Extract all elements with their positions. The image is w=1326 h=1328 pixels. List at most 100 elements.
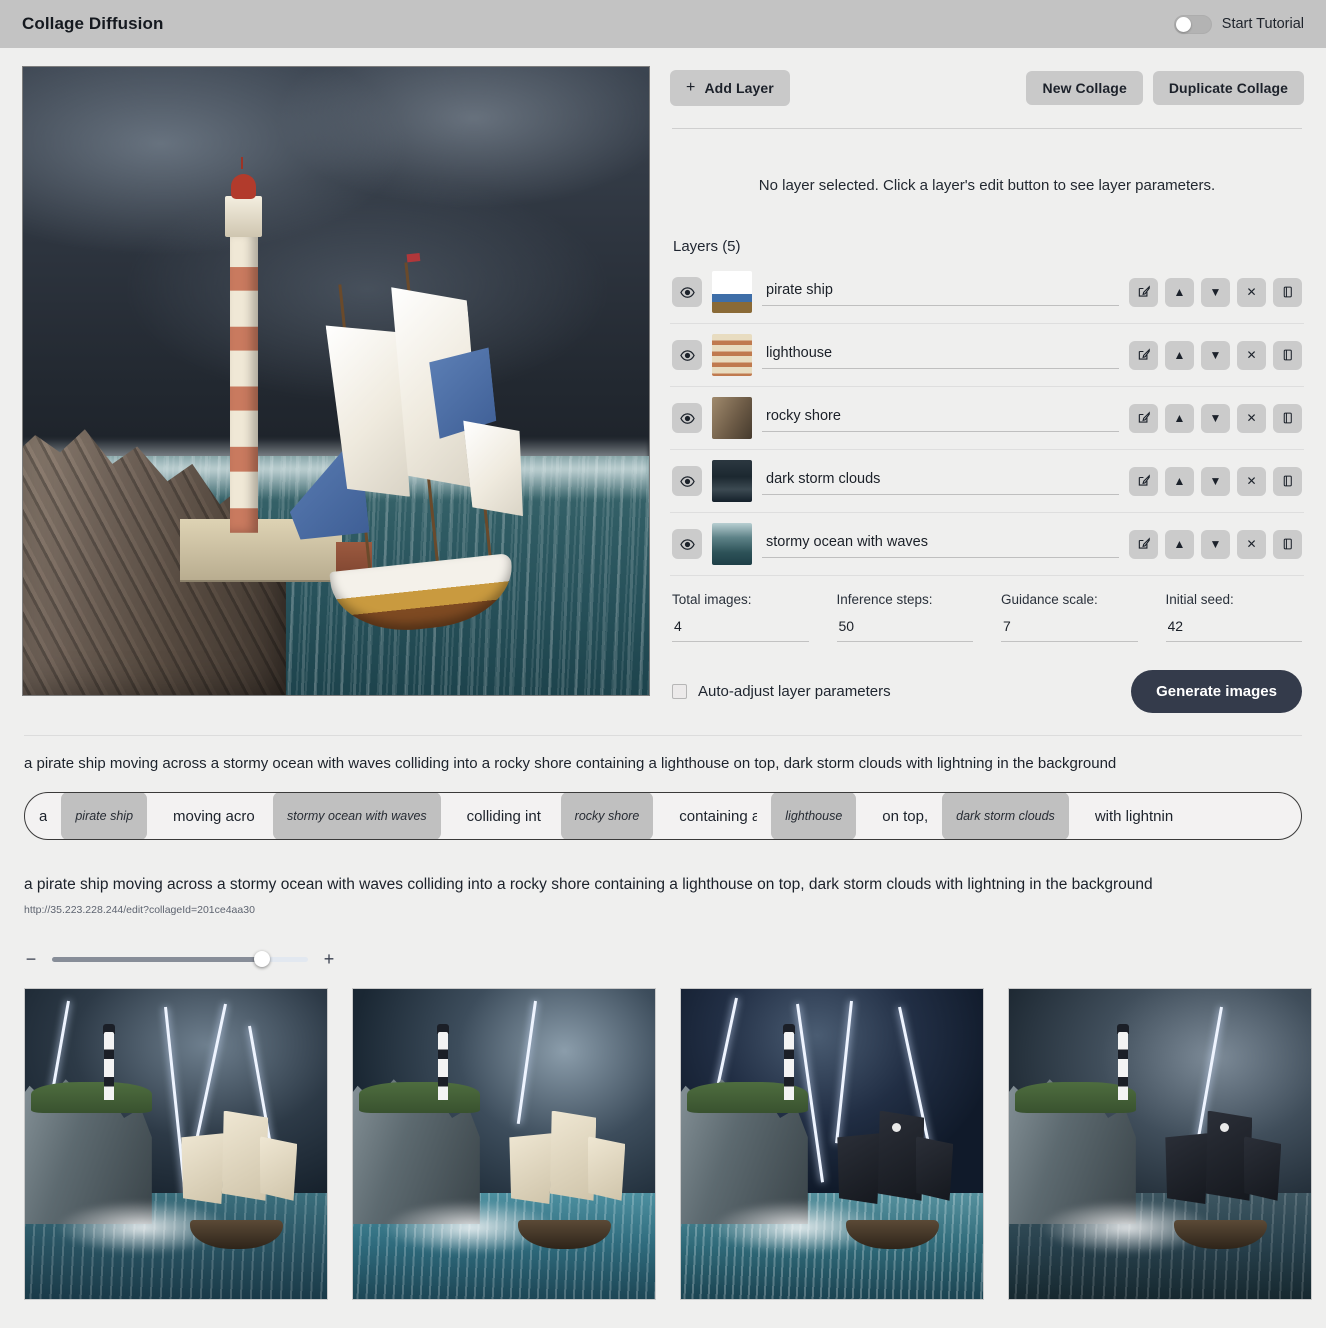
auto-adjust-checkbox[interactable] xyxy=(672,684,687,699)
layer-thumbnail-4[interactable] xyxy=(712,460,752,502)
layer-visibility-toggle[interactable] xyxy=(672,340,702,370)
no-layer-selected-message: No layer selected. Click a layer's edit … xyxy=(758,177,1216,194)
ship-hull xyxy=(846,1220,939,1250)
layer-delete-button[interactable]: ✕ xyxy=(1237,340,1266,370)
layer-move-down-button[interactable]: ▼ xyxy=(1201,466,1230,496)
layer-move-up-button[interactable]: ▲ xyxy=(1165,403,1194,433)
layer-row: ▲▼✕ xyxy=(670,513,1304,576)
plus-icon[interactable]: + xyxy=(322,949,336,970)
layer-delete-button[interactable]: ✕ xyxy=(1237,277,1266,307)
layer-thumbnail-1[interactable] xyxy=(712,271,752,313)
layer-row: ▲▼✕ xyxy=(670,387,1304,450)
ship-sail-mizzen xyxy=(463,415,528,521)
start-tutorial-toggle[interactable] xyxy=(1173,14,1212,34)
param-input[interactable] xyxy=(672,616,809,642)
layer-thumbnail-5[interactable] xyxy=(712,523,752,565)
layer-visibility-toggle[interactable] xyxy=(672,529,702,559)
layer-delete-button[interactable]: ✕ xyxy=(1237,466,1266,496)
layer-visibility-toggle[interactable] xyxy=(672,403,702,433)
generated-image-4[interactable] xyxy=(1008,987,1312,1300)
layer-move-down-button[interactable]: ▼ xyxy=(1201,277,1230,307)
prompt-chip[interactable]: lighthouse xyxy=(771,793,857,840)
prompt-chip[interactable]: dark storm clouds xyxy=(942,793,1069,840)
layer-edit-button[interactable] xyxy=(1129,466,1158,496)
param-input[interactable] xyxy=(836,616,973,642)
layer-edit-button[interactable] xyxy=(1129,403,1158,433)
pirate-ship xyxy=(1148,1088,1293,1250)
param-input[interactable] xyxy=(1001,616,1138,642)
start-tutorial-toggle-group[interactable]: Start Tutorial xyxy=(1173,14,1304,34)
new-collage-button[interactable]: New Collage xyxy=(1026,71,1143,105)
layer-edit-button[interactable] xyxy=(1129,529,1158,559)
add-layer-button[interactable]: + Add Layer xyxy=(670,70,790,106)
ship-sail-fore xyxy=(837,1133,881,1204)
prompt-text-segment[interactable]: on top, xyxy=(882,808,928,825)
minus-icon[interactable]: − xyxy=(24,949,38,970)
layer-edit-button[interactable] xyxy=(1129,277,1158,307)
prompt-text-segment[interactable]: moving acro xyxy=(173,808,259,825)
layer-move-down-button[interactable]: ▼ xyxy=(1201,403,1230,433)
layer-visibility-toggle[interactable] xyxy=(672,277,702,307)
page-title: Collage Diffusion xyxy=(22,14,164,33)
layer-move-up-button[interactable]: ▲ xyxy=(1165,529,1194,559)
layer-duplicate-button[interactable] xyxy=(1273,340,1302,370)
layer-move-up-button[interactable]: ▲ xyxy=(1165,340,1194,370)
prompt-chip[interactable]: stormy ocean with waves xyxy=(273,793,441,840)
lighthouse xyxy=(103,1032,114,1101)
prompt-text-segment[interactable]: a xyxy=(39,808,47,825)
layer-move-down-button[interactable]: ▼ xyxy=(1201,529,1230,559)
zoom-slider[interactable] xyxy=(52,951,308,968)
layer-duplicate-button[interactable] xyxy=(1273,277,1302,307)
layer-name-input[interactable] xyxy=(762,404,1119,432)
layer-delete-button[interactable]: ✕ xyxy=(1237,529,1266,559)
result-url[interactable]: http://35.223.228.244/edit?collageId=201… xyxy=(24,904,1302,916)
layer-row: ▲▼✕ xyxy=(670,324,1304,387)
generated-image-3[interactable] xyxy=(680,987,984,1300)
layer-name-input[interactable] xyxy=(762,530,1119,558)
layer-thumbnail-3[interactable] xyxy=(712,397,752,439)
canvas-stage xyxy=(23,67,649,695)
layer-name-input[interactable] xyxy=(762,467,1119,495)
param-label: Initial seed: xyxy=(1165,592,1234,607)
prompt-text-segment[interactable]: with lightnin xyxy=(1095,808,1173,825)
layer-name-input[interactable] xyxy=(762,278,1119,306)
layer-pirate-ship xyxy=(254,242,569,658)
ship-sail-fore xyxy=(509,1133,553,1204)
slider-thumb[interactable] xyxy=(253,951,270,968)
layer-delete-button[interactable]: ✕ xyxy=(1237,403,1266,433)
layer-move-down-button[interactable]: ▼ xyxy=(1201,340,1230,370)
layer-row-actions: ▲ ▼ ✕ xyxy=(1129,403,1302,433)
prompt-token-field[interactable]: a pirate ship moving acro stormy ocean with… xyxy=(24,792,1302,841)
layer-duplicate-button[interactable] xyxy=(1273,529,1302,559)
zoom-slider-row[interactable]: − + xyxy=(24,949,1302,970)
pirate-ship xyxy=(164,1088,309,1250)
prompt-chip[interactable]: rocky shore xyxy=(560,793,654,840)
layers-panel: + Add Layer New Collage Duplicate Collag… xyxy=(670,66,1304,713)
layer-name-input[interactable] xyxy=(762,341,1119,369)
layer-visibility-toggle[interactable] xyxy=(672,466,702,496)
duplicate-collage-button[interactable]: Duplicate Collage xyxy=(1152,71,1304,105)
auto-adjust-group[interactable]: Auto-adjust layer parameters xyxy=(672,683,891,700)
layer-move-up-button[interactable]: ▲ xyxy=(1165,277,1194,307)
prompt-text-segment[interactable]: colliding int xyxy=(467,808,547,825)
slider-fill xyxy=(52,956,262,962)
ship-hull xyxy=(190,1220,283,1250)
param-input[interactable] xyxy=(1165,616,1302,642)
auto-adjust-label: Auto-adjust layer parameters xyxy=(698,683,891,700)
layer-thumbnail-2[interactable] xyxy=(712,334,752,376)
plus-icon: + xyxy=(686,79,696,96)
ship-sail-mizzen xyxy=(915,1136,954,1201)
generate-images-button[interactable]: Generate images xyxy=(1131,670,1302,713)
layer-duplicate-button[interactable] xyxy=(1273,403,1302,433)
generated-image-1[interactable] xyxy=(24,987,328,1300)
generated-image-2[interactable] xyxy=(352,987,656,1300)
collage-actions: New Collage Duplicate Collage xyxy=(1026,71,1304,105)
panel-bottom-controls: Auto-adjust layer parameters Generate im… xyxy=(670,670,1304,713)
prompt-chip[interactable]: pirate ship xyxy=(61,793,148,840)
layer-duplicate-button[interactable] xyxy=(1273,466,1302,496)
collage-canvas[interactable] xyxy=(22,66,650,696)
layer-move-up-button[interactable]: ▲ xyxy=(1165,466,1194,496)
layer-edit-button[interactable] xyxy=(1129,340,1158,370)
layers-heading: Layers (5) xyxy=(673,238,741,255)
prompt-text-segment[interactable]: containing a xyxy=(679,808,757,825)
